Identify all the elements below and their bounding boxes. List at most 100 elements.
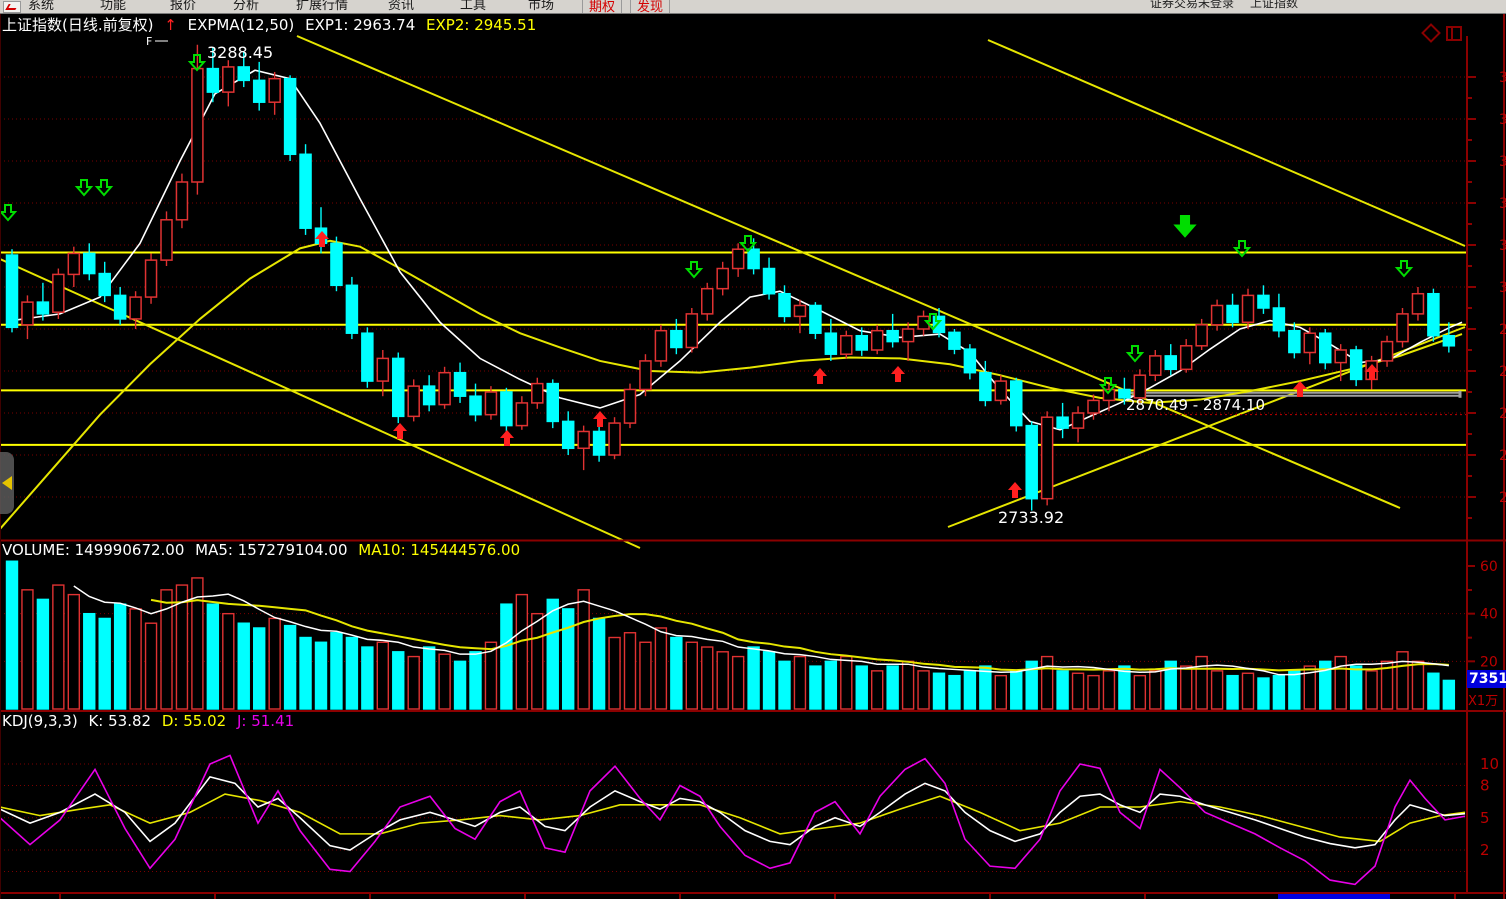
menu-item-hot[interactable]: 发现 xyxy=(630,0,670,14)
trend-line xyxy=(988,40,1465,246)
volume-bar xyxy=(547,599,558,709)
symbol-title: 上证指数(日线.前复权) xyxy=(2,16,153,34)
candle-body xyxy=(1212,305,1223,324)
sidebar-expand-handle[interactable] xyxy=(0,452,14,514)
volume-bar xyxy=(254,628,265,709)
price-axis-label: 2800 xyxy=(1499,448,1506,464)
candle-body xyxy=(872,331,883,350)
trading-terminal-window: 证券交易未登录 上证指数 系统 功能 报价 分析 扩展行情 资讯 工具 市场 期权发现 上证指数… xyxy=(0,0,1506,899)
volume-axis-label: 20 xyxy=(1480,654,1498,670)
candle-body xyxy=(563,421,574,448)
split-window-icon[interactable] xyxy=(1446,26,1462,41)
price-axis-label: 3050 xyxy=(1499,238,1506,254)
price-axis-label: 2900 xyxy=(1499,364,1506,380)
candle-body xyxy=(532,384,543,403)
candle-body xyxy=(841,336,852,354)
menu-item[interactable]: 系统 xyxy=(28,0,54,13)
kdj-k-value: K: 53.82 xyxy=(88,712,151,730)
price-axis-label: 3100 xyxy=(1499,196,1506,212)
price-pane-header: 上证指数(日线.前复权) ↑ EXPMA(12,50) EXP1: 2963.7… xyxy=(2,14,542,35)
volume-bar xyxy=(1289,671,1300,709)
volume-bar xyxy=(825,661,836,709)
candle-body xyxy=(547,384,558,422)
app-logo-icon[interactable] xyxy=(3,1,21,13)
trend-line xyxy=(0,259,640,548)
trade-login-status: 证券交易未登录 xyxy=(1150,0,1234,11)
volume-bar xyxy=(115,604,126,709)
candle-body xyxy=(377,358,388,381)
candle-body xyxy=(825,333,836,354)
volume-bar xyxy=(1243,673,1254,709)
volume-bar xyxy=(625,633,636,709)
candle-body xyxy=(115,295,126,319)
volume-bar xyxy=(501,604,512,709)
sell-signal-arrow-icon xyxy=(1,205,15,220)
kdj-k-line xyxy=(0,777,1465,850)
diamond-icon[interactable] xyxy=(1421,23,1441,43)
volume-bar xyxy=(331,633,342,709)
chevron-left-icon xyxy=(2,476,12,490)
volume-bar xyxy=(563,609,574,709)
volume-bar xyxy=(516,595,527,709)
candle-body xyxy=(516,403,527,426)
volume-bar xyxy=(903,661,914,709)
volume-bar xyxy=(408,657,419,709)
candle-body xyxy=(331,243,342,285)
volume-bar xyxy=(918,671,929,709)
candle-body xyxy=(346,285,357,333)
candle-body xyxy=(1351,350,1362,379)
menu-item[interactable]: 报价 xyxy=(170,0,196,13)
volume-bar xyxy=(686,642,697,709)
candle-body xyxy=(764,269,775,294)
candle-body xyxy=(1443,336,1454,346)
sell-signal-arrow-icon xyxy=(1176,216,1195,236)
menu-item[interactable]: 市场 xyxy=(528,0,554,13)
candle-body xyxy=(810,305,821,333)
menu-item[interactable]: 工具 xyxy=(460,0,486,13)
volume-bar xyxy=(207,604,218,709)
candle-body xyxy=(1026,426,1037,499)
candle-body xyxy=(1011,381,1022,426)
candle-body xyxy=(1273,308,1284,331)
volume-bar xyxy=(980,666,991,709)
gap-f-mark: F xyxy=(146,35,152,48)
current-index-label: 上证指数 xyxy=(1250,0,1298,11)
volume-bar xyxy=(872,671,883,709)
kdj-axis-label: 8 xyxy=(1480,777,1490,795)
candle-body xyxy=(1057,417,1068,428)
kdj-j-value: J: 51.41 xyxy=(237,712,294,730)
candle-body xyxy=(470,396,481,414)
peak-price-label: 3288.45 xyxy=(207,43,273,62)
volume-bar xyxy=(377,642,388,709)
candle-body xyxy=(702,289,713,314)
menu-item[interactable]: 资讯 xyxy=(388,0,414,13)
candle-body xyxy=(424,386,435,404)
volume-bar xyxy=(130,609,141,709)
volume-bar xyxy=(1397,652,1408,709)
chart-canvas[interactable]: 3288.452733.922870.49 - 2874.10F32503200… xyxy=(0,0,1506,899)
exp2-value: EXP2: 2945.51 xyxy=(426,16,536,34)
menu-item[interactable]: 功能 xyxy=(100,0,126,13)
candle-body xyxy=(1412,294,1423,314)
candle-body xyxy=(1165,356,1176,369)
volume-ma10-value: MA10: 145444576.00 xyxy=(358,541,520,559)
volume-bar xyxy=(794,657,805,709)
indicator-name[interactable]: EXPMA(12,50) xyxy=(188,16,295,34)
volume-bar xyxy=(238,623,249,709)
menu-item[interactable]: 分析 xyxy=(233,0,259,13)
menu-item[interactable]: 扩展行情 xyxy=(296,0,348,13)
buy-signal-arrow-icon xyxy=(1008,482,1022,498)
candle-body xyxy=(686,314,697,348)
expma50-line xyxy=(0,241,1462,529)
sell-signal-arrow-icon xyxy=(1397,261,1411,276)
volume-pane-header: VOLUME: 149990672.00 MA5: 157279104.00 M… xyxy=(2,541,526,559)
price-axis-label: 3150 xyxy=(1499,154,1506,170)
volume-unit-label: X1万 xyxy=(1468,690,1498,709)
sell-signal-arrow-icon xyxy=(97,180,111,195)
kdj-indicator-name[interactable]: KDJ(9,3,3) xyxy=(2,712,78,730)
candle-body xyxy=(640,361,651,390)
zone-price-label: 2870.49 - 2874.10 xyxy=(1126,396,1265,414)
volume-ma5-value: MA5: 157279104.00 xyxy=(195,541,347,559)
volume-bar xyxy=(1103,671,1114,709)
menu-item-hot[interactable]: 期权 xyxy=(582,0,622,14)
